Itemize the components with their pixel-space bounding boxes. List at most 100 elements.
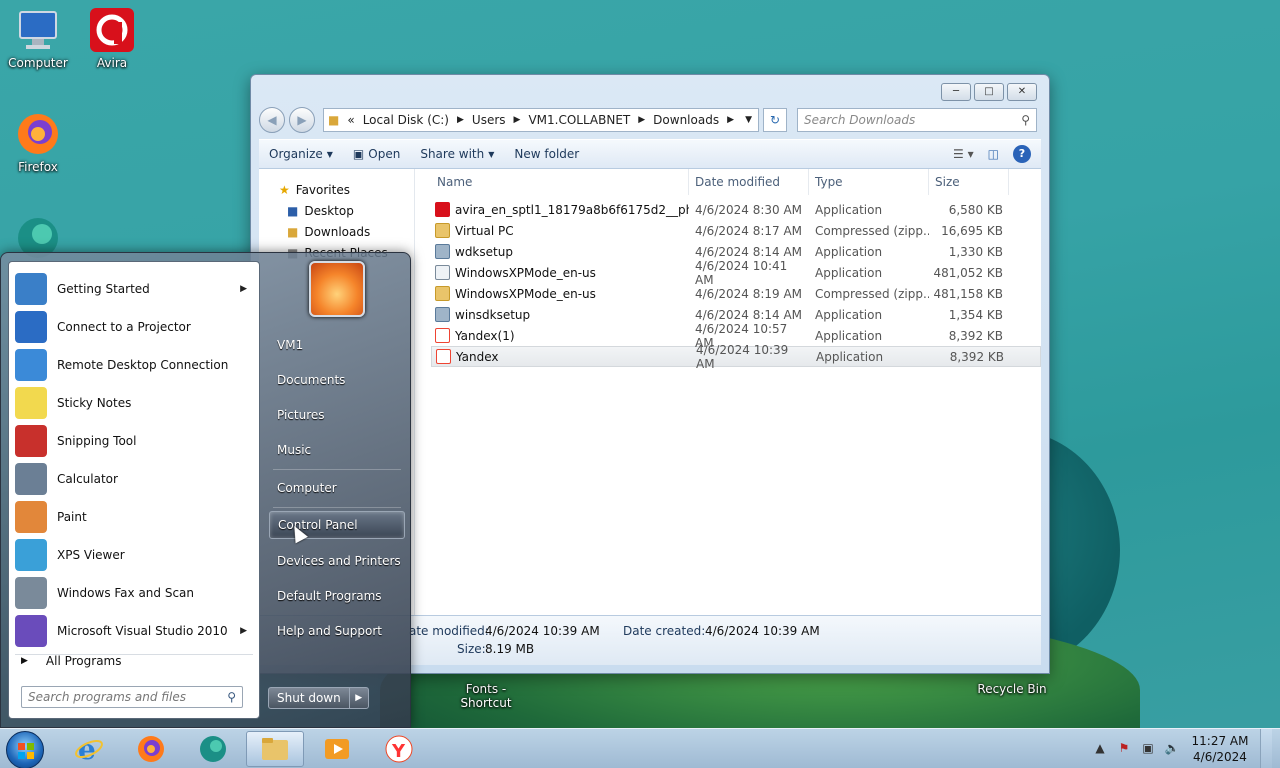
volume-muted-icon[interactable]: 🔈 — [1164, 741, 1180, 757]
clock[interactable]: 11:27 AM 4/6/2024 — [1188, 733, 1252, 765]
start-item-default-programs[interactable]: Default Programs — [269, 582, 405, 610]
file-name-cell[interactable]: wdksetup — [431, 244, 689, 259]
file-row[interactable]: Yandex 4/6/2024 10:39 AM Application 8,3… — [431, 343, 1041, 371]
file-size: 481,158 KB — [933, 286, 1003, 301]
taskbar-explorer[interactable] — [246, 731, 304, 767]
chevron-right-icon[interactable]: ▶ — [457, 115, 464, 125]
search-icon[interactable]: ⚲ — [1021, 113, 1030, 127]
file-name-cell[interactable]: WindowsXPMode_en-us — [431, 265, 689, 280]
file-row[interactable]: Virtual PC 4/6/2024 8:17 AM Compressed (… — [431, 220, 1041, 241]
start-program-item[interactable]: Snipping Tool — [9, 422, 259, 460]
action-center-flag-icon[interactable]: ⚑ — [1116, 741, 1132, 757]
breadcrumb-downloads[interactable]: Downloads — [653, 113, 719, 127]
show-desktop-button[interactable] — [1260, 729, 1272, 768]
details-modified-value: 4/6/2024 10:39 AM — [485, 624, 600, 638]
start-item-user[interactable]: VM1 — [269, 331, 405, 359]
forward-button[interactable]: ▶ — [289, 107, 315, 133]
taskbar-edge[interactable] — [184, 731, 242, 767]
start-program-item[interactable]: Getting Started ▶ — [9, 270, 259, 308]
desktop-icon-fonts-shortcut[interactable]: Fonts - Shortcut — [448, 682, 524, 710]
taskbar-media-player[interactable] — [308, 731, 366, 767]
chevron-right-icon[interactable]: ▶ — [727, 115, 734, 125]
organize-button[interactable]: Organize ▼ — [259, 140, 343, 168]
share-with-button[interactable]: Share with ▼ — [410, 140, 504, 168]
start-search-input[interactable]: Search programs and files ⚲ — [21, 686, 243, 708]
start-item-documents[interactable]: Documents — [269, 366, 405, 394]
start-program-item[interactable]: Microsoft Visual Studio 2010 ▶ — [9, 612, 259, 650]
new-folder-label: New folder — [514, 147, 580, 161]
file-row[interactable]: avira_en_sptl1_18179a8b6f6175d2__phpw...… — [431, 199, 1041, 220]
column-name[interactable]: Name — [431, 169, 689, 195]
start-item-music[interactable]: Music — [269, 436, 405, 464]
back-button[interactable]: ◀ — [259, 107, 285, 133]
nav-favorites[interactable]: ★ Favorites — [259, 179, 414, 200]
chevron-right-icon[interactable]: ▶ — [638, 115, 645, 125]
view-options-icon[interactable]: ☰ ▾ — [953, 147, 974, 161]
file-name-cell[interactable]: Virtual PC — [431, 223, 689, 238]
file-name-cell[interactable]: WindowsXPMode_en-us — [431, 286, 689, 301]
desktop-icon-firefox[interactable]: Firefox — [0, 110, 76, 174]
breadcrumb-local-disk[interactable]: Local Disk (C:) — [363, 113, 449, 127]
start-button[interactable] — [6, 731, 44, 768]
file-name-cell[interactable]: Yandex(1) — [431, 328, 689, 343]
shutdown-button[interactable]: Shut down ▶ — [268, 687, 369, 709]
network-icon[interactable]: ▣ — [1140, 741, 1156, 757]
taskbar-ie[interactable]: e — [60, 731, 118, 767]
start-program-item[interactable]: XPS Viewer — [9, 536, 259, 574]
search-placeholder: Search Downloads — [804, 113, 916, 127]
file-name-cell[interactable]: avira_en_sptl1_18179a8b6f6175d2__phpw... — [431, 202, 689, 217]
chevron-right-icon[interactable]: ▶ — [514, 115, 521, 125]
refresh-button[interactable]: ↻ — [763, 108, 787, 132]
breadcrumb-overflow[interactable]: « — [347, 113, 354, 127]
column-size[interactable]: Size — [929, 169, 1009, 195]
breadcrumb-user[interactable]: VM1.COLLABNET — [528, 113, 630, 127]
taskbar-yandex[interactable]: Y — [370, 731, 428, 767]
help-icon[interactable]: ? — [1013, 145, 1031, 163]
taskbar-firefox[interactable] — [122, 731, 180, 767]
nav-desktop[interactable]: ■ Desktop — [259, 200, 414, 221]
yandex-icon — [436, 349, 451, 364]
start-program-item[interactable]: Remote Desktop Connection — [9, 346, 259, 384]
file-type: Application — [816, 349, 884, 364]
start-program-item[interactable]: Calculator — [9, 460, 259, 498]
start-program-item[interactable]: Connect to a Projector — [9, 308, 259, 346]
start-item-pictures[interactable]: Pictures — [269, 401, 405, 429]
start-program-item[interactable]: Windows Fax and Scan — [9, 574, 259, 612]
file-name-cell[interactable]: winsdksetup — [431, 307, 689, 322]
desktop-icon-computer[interactable]: Computer — [0, 6, 76, 70]
file-row[interactable]: WindowsXPMode_en-us 4/6/2024 8:19 AM Com… — [431, 283, 1041, 304]
start-program-item[interactable]: Sticky Notes — [9, 384, 259, 422]
address-bar[interactable]: ■ « Local Disk (C:) ▶ Users ▶ VM1.COLLAB… — [323, 108, 759, 132]
close-button[interactable]: ✕ — [1007, 83, 1037, 101]
shutdown-options-arrow[interactable]: ▶ — [350, 688, 368, 708]
nav-label: Favorites — [295, 182, 350, 197]
shutdown-label[interactable]: Shut down — [269, 688, 350, 708]
column-type[interactable]: Type — [809, 169, 929, 195]
search-icon[interactable]: ⚲ — [227, 690, 236, 704]
submenu-arrow-icon[interactable]: ▶ — [240, 626, 247, 636]
chevron-down-icon[interactable]: ▼ — [745, 115, 752, 125]
open-button[interactable]: ▣ Open — [343, 140, 410, 168]
desktop-icon-recycle-bin[interactable]: Recycle Bin — [974, 682, 1050, 696]
start-item-devices-printers[interactable]: Devices and Printers — [269, 547, 405, 575]
breadcrumb-users[interactable]: Users — [472, 113, 506, 127]
start-item-help-support[interactable]: Help and Support — [269, 617, 405, 645]
maximize-button[interactable]: □ — [974, 83, 1004, 101]
file-name-cell[interactable]: Yandex — [432, 349, 690, 364]
start-item-control-panel[interactable]: Control Panel — [269, 511, 405, 539]
start-program-item[interactable]: Paint — [9, 498, 259, 536]
new-folder-button[interactable]: New folder — [504, 140, 589, 168]
start-search-placeholder: Search programs and files — [28, 690, 186, 704]
search-input[interactable]: Search Downloads ⚲ — [797, 108, 1037, 132]
submenu-arrow-icon[interactable]: ▶ — [240, 284, 247, 294]
column-date-modified[interactable]: Date modified — [689, 169, 809, 195]
all-programs-button[interactable]: ▶ All Programs — [9, 648, 122, 674]
desktop-icon-avira[interactable]: Avira — [74, 6, 150, 70]
preview-pane-icon[interactable]: ◫ — [988, 147, 999, 161]
minimize-button[interactable]: ─ — [941, 83, 971, 101]
show-hidden-icons-icon[interactable]: ▲ — [1092, 741, 1108, 757]
start-item-computer[interactable]: Computer — [269, 474, 405, 502]
nav-downloads[interactable]: ■ Downloads — [259, 221, 414, 242]
open-label: Open — [368, 147, 401, 161]
file-row[interactable]: WindowsXPMode_en-us 4/6/2024 10:41 AM Ap… — [431, 259, 1041, 287]
